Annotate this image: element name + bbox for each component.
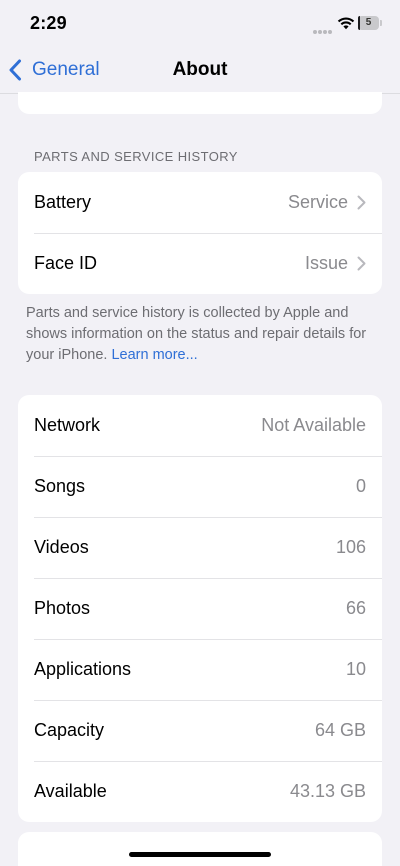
next-group-card: [18, 832, 382, 866]
row-photos: Photos 66: [18, 578, 382, 639]
row-label: Songs: [34, 476, 86, 496]
row-value: 43.13 GB: [289, 781, 366, 801]
section-header-parts: PARTS AND SERVICE HISTORY: [34, 149, 238, 164]
row-value: 0: [355, 476, 366, 496]
status-bar: 2:29 5: [0, 0, 400, 46]
row-songs: Songs 0: [18, 456, 382, 517]
row-value: Service: [287, 192, 348, 212]
row-applications: Applications 10: [18, 639, 382, 700]
row-label: Photos: [34, 598, 91, 618]
row-label: Battery: [34, 192, 92, 212]
row-face-id[interactable]: Face ID Issue: [18, 233, 382, 294]
parts-service-group: Battery Service Face ID Issue: [18, 172, 382, 294]
row-label: Network: [34, 415, 101, 435]
nav-bar: General About: [0, 46, 400, 94]
page-title: About: [172, 59, 228, 80]
row-network: Network Not Available: [18, 395, 382, 456]
wifi-icon: [337, 17, 355, 30]
row-value: Issue: [304, 253, 348, 273]
row-value: 66: [345, 598, 366, 618]
learn-more-link[interactable]: Learn more...: [111, 347, 197, 363]
previous-group-card: [18, 92, 382, 114]
device-info-group: Network Not Available Songs 0 Videos 106…: [18, 395, 382, 822]
row-battery[interactable]: Battery Service: [18, 172, 382, 233]
row-label: Applications: [34, 659, 132, 679]
row-capacity: Capacity 64 GB: [18, 700, 382, 761]
row-label: Capacity: [34, 720, 105, 740]
chevron-right-icon: [357, 195, 366, 210]
row-label: Videos: [34, 537, 89, 557]
chevron-right-icon: [357, 256, 366, 271]
row-value: Not Available: [261, 415, 366, 435]
row-value: 10: [345, 659, 366, 679]
home-indicator[interactable]: [129, 852, 271, 857]
row-label: Available: [34, 781, 107, 801]
screen: 2:29 5 General About PARTS AND SERVICE H…: [0, 0, 400, 866]
row-available: Available 43.13 GB: [18, 761, 382, 822]
row-videos: Videos 106: [18, 517, 382, 578]
row-value: 64 GB: [314, 720, 366, 740]
status-time: 2:29: [30, 13, 67, 33]
parts-footer-text: Parts and service history is collected b…: [26, 303, 376, 366]
row-label: Face ID: [34, 253, 98, 273]
battery-percent: 5: [365, 17, 372, 28]
battery-icon: 5: [358, 16, 382, 30]
row-value: 106: [335, 537, 366, 557]
signal-dots-icon: [313, 21, 333, 34]
